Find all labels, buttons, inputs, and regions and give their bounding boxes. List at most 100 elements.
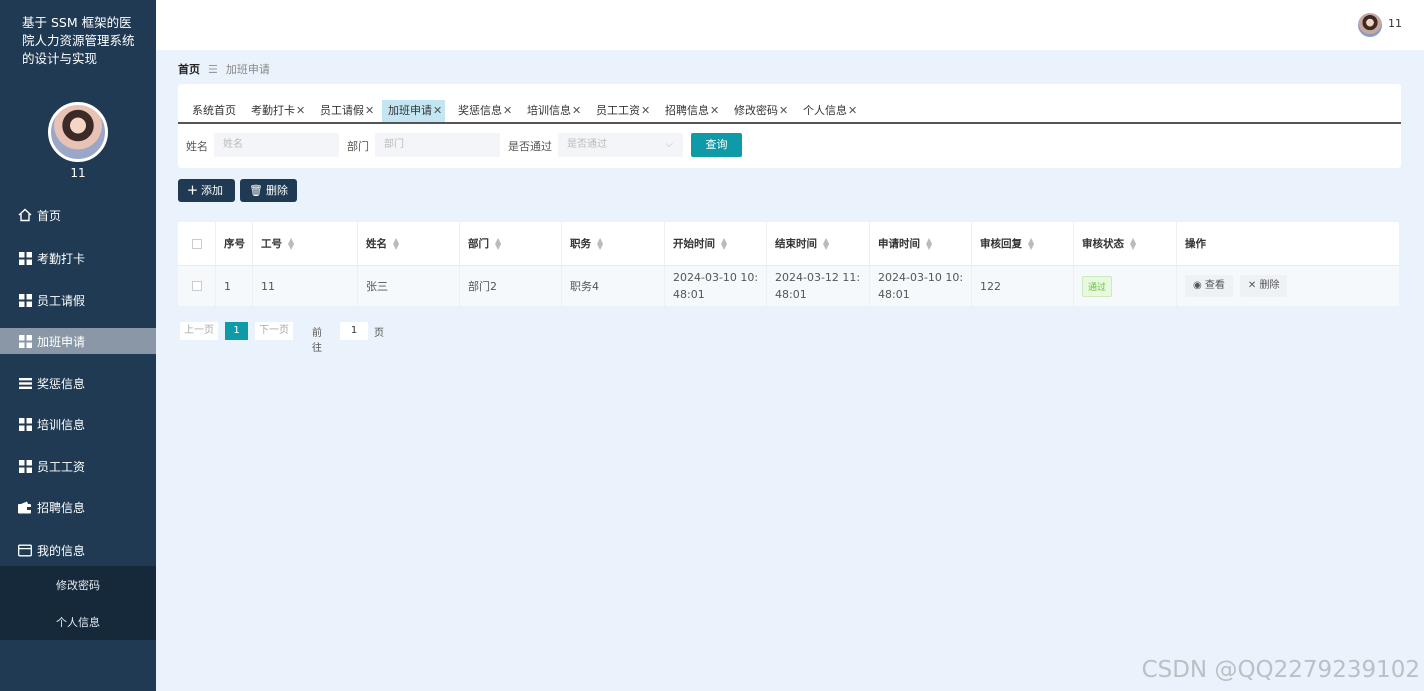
sort-icon[interactable]: ▲ ▼ [823, 236, 829, 250]
column-header[interactable]: 职务 ▲ ▼ [562, 222, 665, 265]
cell-status: 通过 [1074, 266, 1177, 306]
sidebar-item-training[interactable]: 培训信息 [0, 411, 156, 437]
eye-icon: ◉ [1193, 280, 1205, 291]
column-header[interactable]: 工号 ▲ ▼ [253, 222, 358, 265]
close-icon[interactable]: ✕ [779, 104, 788, 117]
sort-icon[interactable]: ▲ ▼ [288, 236, 294, 250]
cell-emp-no: 11 [253, 266, 358, 306]
column-header[interactable]: 姓名 ▲ ▼ [358, 222, 460, 265]
tab-label: 员工工资 [596, 104, 640, 117]
sidebar-item-recruit[interactable]: 招聘信息 [0, 494, 156, 520]
goto-page-input[interactable]: 1 [340, 322, 368, 340]
close-icon[interactable]: ✕ [503, 104, 512, 117]
close-icon[interactable]: ✕ [710, 104, 719, 117]
sort-icon[interactable]: ▲ ▼ [1028, 236, 1034, 250]
tab-bar: 系统首页 考勤打卡✕ 员工请假✕ 加班申请✕ 奖惩信息✕ 培训信息✕ 员工工资✕… [178, 98, 1401, 124]
cell-start-text: 2024-03-10 10:48:01 [673, 271, 759, 301]
sidebar-item-home[interactable]: 首页 [0, 202, 156, 228]
list-icon [18, 376, 32, 390]
pass-filter-label: 是否通过 [508, 140, 552, 153]
cell-applied: 2024-03-10 10:48:01 [870, 266, 972, 306]
sidebar-item-label: 奖惩信息 [37, 376, 86, 391]
select-all-checkbox[interactable] [178, 222, 216, 265]
page-number-button[interactable]: 1 [225, 322, 248, 340]
tab-label: 考勤打卡 [251, 104, 295, 117]
column-header[interactable]: 申请时间 ▲ ▼ [870, 222, 972, 265]
tab-overtime[interactable]: 加班申请✕ [382, 100, 446, 122]
home-icon [18, 208, 32, 222]
tab-home[interactable]: 系统首页 [186, 100, 239, 122]
close-icon[interactable]: ✕ [641, 104, 650, 117]
column-header[interactable]: 部门 ▲ ▼ [460, 222, 562, 265]
sidebar-item-rewards[interactable]: 奖惩信息 [0, 370, 156, 396]
sidebar-item-myinfo[interactable]: 我的信息 [0, 537, 156, 563]
close-icon[interactable]: ✕ [433, 104, 442, 117]
column-label: 操作 [1185, 238, 1206, 250]
name-filter-input[interactable]: 姓名 [214, 133, 339, 157]
sidebar-item-attendance[interactable]: 考勤打卡 [0, 245, 156, 271]
pass-filter-select[interactable]: 是否通过 ⌵ [558, 133, 683, 157]
sort-icon[interactable]: ▲ ▼ [721, 236, 727, 250]
sidebar-item-label: 培训信息 [37, 417, 86, 432]
tab-label: 修改密码 [734, 104, 778, 117]
column-header: 操作 [1177, 222, 1399, 265]
sort-icon[interactable]: ▲ ▼ [1130, 236, 1136, 250]
close-icon[interactable]: ✕ [296, 104, 305, 117]
header-avatar[interactable] [1358, 13, 1382, 37]
row-delete-button[interactable]: ✕ 删除 [1239, 275, 1288, 297]
sort-icon[interactable]: ▲ ▼ [393, 236, 399, 250]
sort-icon[interactable]: ▲ ▼ [495, 236, 501, 250]
cell-applied-text: 2024-03-10 10:48:01 [878, 271, 964, 301]
header-username[interactable]: 11 [1388, 17, 1402, 30]
tab-label: 系统首页 [192, 104, 236, 117]
close-icon[interactable]: ✕ [572, 104, 581, 117]
tab-label: 招聘信息 [665, 104, 709, 117]
status-badge: 通过 [1082, 275, 1113, 297]
sidebar-item-leave[interactable]: 员工请假 [0, 287, 156, 313]
sort-icon[interactable]: ▲ ▼ [926, 236, 932, 250]
tab-change-password[interactable]: 修改密码✕ [728, 100, 791, 122]
column-header[interactable]: 审核状态 ▲ ▼ [1074, 222, 1177, 265]
cell-reply: 122 [972, 266, 1074, 306]
row-checkbox[interactable] [178, 266, 216, 306]
sidebar-subitem-profile[interactable]: 个人信息 [0, 614, 156, 630]
tab-training[interactable]: 培训信息✕ [521, 100, 584, 122]
sidebar-item-salary[interactable]: 员工工资 [0, 453, 156, 479]
sidebar-item-label: 首页 [37, 208, 62, 223]
dept-filter-input[interactable]: 部门 [375, 133, 500, 157]
tab-rewards[interactable]: 奖惩信息✕ [452, 100, 515, 122]
sidebar-item-overtime[interactable]: 加班申请 [0, 328, 156, 354]
cell-start: 2024-03-10 10:48:01 [665, 266, 767, 306]
breadcrumb: 首页 ☰ 加班申请 [178, 61, 270, 77]
tab-profile[interactable]: 个人信息✕ [797, 100, 860, 122]
column-header[interactable]: 审核回复 ▲ ▼ [972, 222, 1074, 265]
view-button-label: 查看 [1204, 280, 1225, 291]
tab-salary[interactable]: 员工工资✕ [590, 100, 653, 122]
pass-filter-placeholder: 是否通过 [567, 139, 607, 150]
sort-icon[interactable]: ▲ ▼ [597, 236, 603, 250]
column-header[interactable]: 结束时间 ▲ ▼ [767, 222, 870, 265]
filter-panel: 系统首页 考勤打卡✕ 员工请假✕ 加班申请✕ 奖惩信息✕ 培训信息✕ 员工工资✕… [178, 84, 1401, 168]
breadcrumb-home[interactable]: 首页 [178, 61, 200, 77]
delete-button[interactable]: 🗑 删除 [240, 179, 297, 202]
sidebar-item-label: 员工请假 [37, 293, 86, 308]
prev-page-button[interactable]: 上一页 [180, 322, 218, 340]
view-button[interactable]: ◉ 查看 [1185, 275, 1233, 297]
tab-attendance[interactable]: 考勤打卡✕ [245, 100, 308, 122]
sidebar-subitem-change-password[interactable]: 修改密码 [0, 577, 156, 593]
column-label: 职务 [570, 238, 591, 250]
tab-leave[interactable]: 员工请假✕ [314, 100, 377, 122]
column-header[interactable]: 开始时间 ▲ ▼ [665, 222, 767, 265]
search-button[interactable]: 查询 [691, 133, 742, 157]
add-button-label: 添加 [201, 184, 223, 197]
trash-icon: 🗑 [249, 184, 263, 197]
breadcrumb-current: 加班申请 [225, 63, 270, 76]
grid-icon [18, 417, 32, 431]
add-button[interactable]: ＋添加 [178, 179, 235, 202]
table-row: 1 11 张三 部门2 职务4 2024-03-10 10:48:01 2024… [178, 266, 1399, 306]
data-table: 序号 工号 ▲ ▼ 姓名 ▲ ▼ 部门 ▲ ▼ 职务 ▲ ▼ 开始时间 ▲ ▼ 结束时间 ▲ ▼ 申请时… [178, 222, 1399, 306]
close-icon[interactable]: ✕ [365, 104, 374, 117]
close-icon[interactable]: ✕ [848, 104, 857, 117]
next-page-button[interactable]: 下一页 [255, 322, 293, 340]
tab-recruit[interactable]: 招聘信息✕ [659, 100, 722, 122]
